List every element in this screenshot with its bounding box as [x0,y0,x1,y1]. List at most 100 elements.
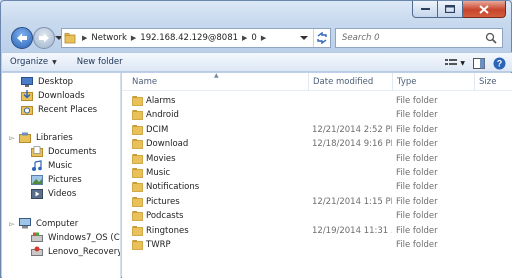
folder-icon [132,211,143,222]
nav-item-documents[interactable]: Documents [30,145,96,158]
nav-item-recent-places[interactable]: Recent Places [20,103,97,116]
file-type: File folder [396,96,438,106]
nav-item-videos[interactable]: Videos [30,187,76,200]
navigation-pane: Desktop Downloads Recent Places ▻ Librar… [2,73,121,278]
maximize-icon [445,5,455,13]
file-row[interactable]: Notifications File folder [122,180,512,194]
minimize-button[interactable] [412,1,438,18]
nav-item-label: Music [48,160,73,171]
refresh-button[interactable] [313,29,330,47]
computer-icon [18,218,32,230]
file-date-modified: 12/21/2014 2:52 PM [312,124,392,135]
chevron-down-icon: ▼ [460,59,465,67]
maximize-button[interactable] [438,1,463,18]
help-icon[interactable]: ? [493,57,506,70]
folder-icon [132,196,143,207]
file-list: ▲ Name Date modified Type Size Alarms Fil… [122,73,512,278]
nav-item-computer[interactable]: ▻ Computer [6,217,78,230]
new-folder-button[interactable]: New folder [69,53,131,71]
recent-places-icon [20,104,34,116]
command-bar: Organize ▼ New folder ▼ ? [2,52,512,72]
nav-item-label: Pictures [48,174,82,185]
column-header-date[interactable]: Date modified [308,73,392,91]
pictures-icon [30,174,44,186]
breadcrumb-host[interactable]: 192.168.42.129@8081 [140,33,238,43]
forward-arrow-icon [39,33,49,43]
file-date-modified: 12/21/2014 1:15 PM [312,196,392,207]
file-name: Podcasts [146,211,184,222]
folder-icon [132,168,143,178]
file-row[interactable]: Alarms File folder [122,94,512,108]
back-button[interactable] [11,27,33,49]
nav-item-windows7-os[interactable]: Windows7_OS (C [30,231,120,244]
folder-icon [132,153,143,164]
nav-item-label: Downloads [38,90,85,101]
column-header-type[interactable]: Type [392,73,474,91]
column-header-name[interactable]: Name [128,73,308,91]
folder-icon [132,124,143,135]
file-row[interactable]: DCIM 12/21/2014 2:52 PM File folder [122,123,512,137]
breadcrumb-separator[interactable]: ▶ [238,34,251,42]
column-header-size[interactable]: Size [474,73,512,91]
drive-icon [30,232,44,244]
file-row[interactable]: TWRP File folder [122,238,512,252]
file-row[interactable]: Ringtones 12/19/2014 11:31 ... File folder [122,224,512,238]
breadcrumb-separator[interactable]: ▶ [127,34,140,42]
breadcrumb-separator[interactable]: ▶ [78,34,91,42]
file-row[interactable]: Android File folder [122,108,512,122]
view-options-button[interactable]: ▼ [445,58,465,68]
column-header-label: Date modified [313,77,374,87]
search-icon[interactable] [485,32,497,44]
nav-item-libraries[interactable]: ▻ Libraries [6,131,73,144]
file-date-modified: 12/18/2014 9:16 PM [312,139,392,150]
file-name: Android [146,110,179,121]
nav-item-desktop[interactable]: Desktop [20,75,73,88]
nav-item-label: Computer [36,218,79,229]
file-type: File folder [396,225,438,236]
file-name: Movies [146,153,176,164]
file-type: File folder [396,240,438,250]
column-header-label: Name [132,77,158,87]
breadcrumb-separator[interactable]: ▶ [257,34,270,42]
column-header-label: Type [397,77,417,87]
search-placeholder: Search 0 [342,33,380,43]
svg-text:?: ? [497,58,503,68]
nav-item-label: Videos [48,188,77,199]
address-dropdown-icon[interactable] [300,34,308,42]
file-row[interactable]: Pictures 12/21/2014 1:15 PM File folder [122,195,512,209]
nav-item-downloads[interactable]: Downloads [20,89,85,102]
forward-button[interactable] [33,27,55,49]
file-type: File folder [396,182,438,193]
downloads-icon [20,90,34,102]
file-row[interactable]: Download 12/18/2014 9:16 PM File folder [122,137,512,151]
minimize-icon [420,8,430,10]
address-bar[interactable]: ▶ Network ▶ 192.168.42.129@8081 ▶ 0 ▶ [61,28,331,48]
column-header-label: Size [479,77,497,87]
preview-pane-icon[interactable] [473,57,485,69]
nav-item-label: Recent Places [38,104,98,115]
nav-item-label: Desktop [38,76,74,87]
recovery-drive-icon [30,246,44,258]
file-row[interactable]: Music File folder [122,166,512,180]
nav-item-label: Documents [48,146,97,157]
search-input[interactable]: Search 0 [335,28,503,48]
file-type: File folder [396,196,438,207]
expand-arrow-icon[interactable]: ▻ [6,134,18,142]
nav-item-pictures[interactable]: Pictures [30,173,82,186]
expand-arrow-icon[interactable]: ▻ [6,220,18,228]
folder-icon [132,182,143,193]
organize-button[interactable]: Organize ▼ [2,53,65,71]
close-icon [479,4,489,14]
organize-label: Organize [10,57,49,67]
file-row[interactable]: Podcasts File folder [122,209,512,223]
new-folder-label: New folder [76,57,123,67]
file-name: Ringtones [146,225,189,236]
file-row[interactable]: Movies File folder [122,152,512,166]
nav-item-lenovo-recovery[interactable]: Lenovo_Recovery [30,245,120,258]
refresh-icon [317,32,327,44]
nav-item-label: Libraries [36,132,73,143]
breadcrumb-network[interactable]: Network [91,33,127,43]
file-name: Alarms [146,96,176,106]
close-button[interactable] [463,1,506,18]
nav-item-music[interactable]: Music [30,159,72,172]
